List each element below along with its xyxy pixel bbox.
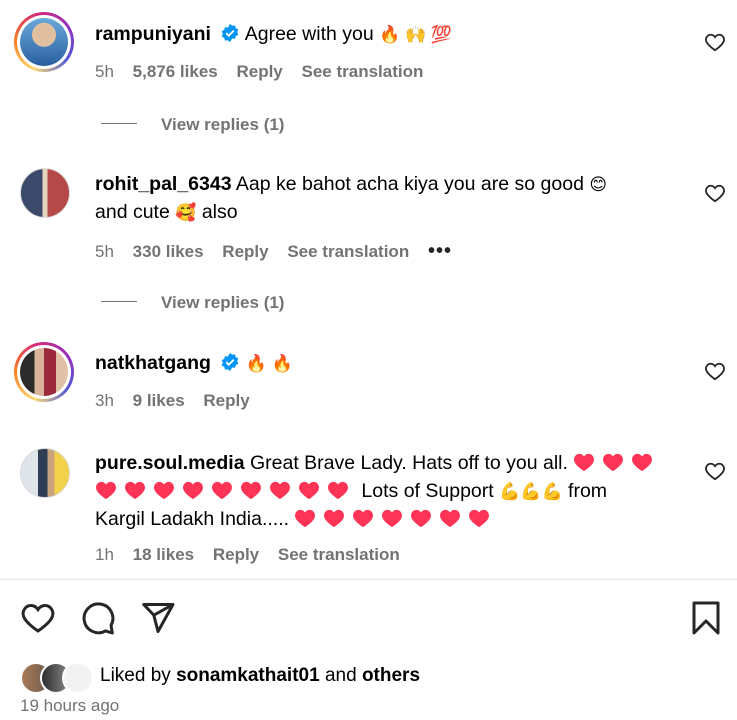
hearts-emojis-row1 [573, 452, 660, 474]
liked-by-and: and [324, 665, 357, 686]
heart-emoji-icon [632, 453, 653, 472]
comment-time[interactable]: 5h [95, 242, 114, 261]
hearts-emojis-row2 [95, 480, 361, 502]
heart-emoji-icon [96, 481, 116, 500]
replies-divider [101, 123, 137, 124]
liked-by-user-link[interactable]: sonamkathait01 [176, 665, 320, 686]
like-comment-heart-icon[interactable] [704, 361, 726, 381]
replies-divider [101, 301, 137, 302]
save-bookmark-icon[interactable] [690, 600, 722, 636]
comment-emojis: 🔥 🙌 💯 [379, 25, 453, 44]
like-comment-heart-icon[interactable] [704, 461, 726, 481]
liked-by-others-link[interactable]: others [362, 665, 420, 686]
heart-emoji-icon [353, 509, 374, 528]
like-comment-heart-icon[interactable] [704, 183, 726, 203]
heart-emoji-icon [183, 481, 203, 500]
flexed-biceps-emoji: 💪 [520, 482, 542, 501]
comment-text-a: Great Brave Lady. Hats off to you all. [249, 452, 568, 474]
heart-emoji-icon [212, 481, 232, 500]
comment-text-line2b: also [201, 201, 238, 223]
heart-emoji-icon [270, 481, 290, 500]
comment-meta: 5h 5,876 likes Reply See translation [95, 62, 437, 82]
post-timestamp[interactable]: 19 hours ago [20, 696, 119, 716]
fire-emojis: 🔥 🔥 [245, 354, 293, 373]
comment-likes[interactable]: 9 likes [133, 391, 185, 410]
smiling-hearts-emoji: 🥰 [175, 203, 197, 222]
liked-by-prefix: Liked by [100, 665, 171, 686]
heart-emoji-icon [411, 509, 432, 528]
more-options-icon[interactable]: ••• [428, 240, 452, 262]
comment-likes[interactable]: 330 likes [133, 242, 204, 261]
heart-emoji-icon [382, 509, 403, 528]
avatar [20, 18, 68, 66]
see-translation-button[interactable]: See translation [287, 242, 409, 261]
reply-button[interactable]: Reply [236, 62, 282, 81]
see-translation-button[interactable]: See translation [302, 62, 424, 81]
story-ring-avatar[interactable] [14, 12, 74, 72]
comment-username[interactable]: rohit_pal_6343 [95, 173, 232, 195]
avatar[interactable] [20, 448, 70, 498]
liked-by-text: Liked by sonamkathait01 and others [100, 665, 420, 687]
reply-button[interactable]: Reply [213, 545, 259, 564]
section-divider [0, 579, 737, 580]
reply-button[interactable]: Reply [203, 391, 249, 410]
comment-text: Agree with you [244, 23, 374, 45]
avatar[interactable] [20, 168, 70, 218]
view-replies-button[interactable]: View replies (1) [101, 293, 284, 313]
heart-emoji-icon [328, 481, 348, 500]
comment-text-line2a: and cute [95, 201, 170, 223]
heart-emoji-icon [469, 509, 490, 528]
comment-meta: 1h 18 likes Reply See translation [95, 545, 414, 565]
like-comment-heart-icon[interactable] [704, 32, 726, 52]
heart-emoji-icon [241, 481, 261, 500]
comment-time[interactable]: 3h [95, 391, 114, 410]
comment-likes[interactable]: 5,876 likes [133, 62, 218, 81]
heart-emoji-icon [574, 453, 595, 472]
heart-emoji-icon [125, 481, 145, 500]
liker-avatar[interactable] [62, 662, 94, 694]
verified-badge-icon [222, 352, 239, 372]
hearts-emojis-row3 [294, 508, 497, 530]
comment-meta: 3h 9 likes Reply [95, 391, 264, 411]
smiling-face-emoji: 😊 [589, 175, 608, 194]
comment-likes[interactable]: 18 likes [133, 545, 194, 564]
flexed-biceps-emoji: 💪 [541, 482, 563, 501]
comment-time[interactable]: 5h [95, 62, 114, 81]
verified-badge-icon [222, 23, 239, 43]
comment-meta: 5h 330 likes Reply See translation ••• [95, 240, 466, 263]
comment-text-b: Lots of Support [361, 480, 494, 502]
comment-text-d: Kargil Ladakh India..... [95, 508, 290, 530]
comment-username[interactable]: rampuniyani [95, 23, 211, 45]
comment-text-c: from [568, 480, 608, 502]
share-paper-plane-icon[interactable] [140, 600, 176, 636]
like-heart-icon[interactable] [20, 601, 56, 634]
heart-emoji-icon [299, 481, 319, 500]
heart-emoji-icon [440, 509, 461, 528]
see-translation-button[interactable]: See translation [278, 545, 400, 564]
comment-username[interactable]: natkhatgang [95, 352, 211, 374]
reply-button[interactable]: Reply [222, 242, 268, 261]
heart-emoji-icon [295, 509, 316, 528]
flexed-biceps-emoji: 💪 [499, 482, 521, 501]
comment-bubble-icon[interactable] [80, 600, 116, 636]
comment-username[interactable]: pure.soul.media [95, 452, 245, 474]
view-replies-button[interactable]: View replies (1) [101, 115, 284, 135]
avatar [20, 348, 68, 396]
comment-text-line1: Aap ke bahot acha kiya you are so good [235, 173, 584, 195]
story-ring-avatar[interactable] [14, 342, 74, 402]
comment-time[interactable]: 1h [95, 545, 114, 564]
heart-emoji-icon [603, 453, 624, 472]
heart-emoji-icon [324, 509, 345, 528]
heart-emoji-icon [154, 481, 174, 500]
